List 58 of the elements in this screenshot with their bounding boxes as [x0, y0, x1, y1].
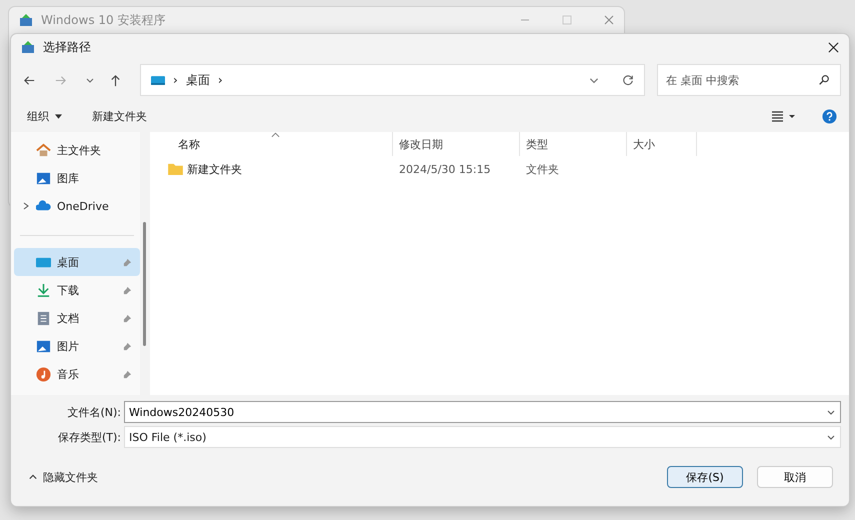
view-list-icon[interactable]	[772, 110, 796, 122]
chevron-right-icon[interactable]	[22, 202, 30, 210]
pin-icon[interactable]	[123, 342, 132, 350]
pin-icon[interactable]	[123, 370, 132, 378]
folder-icon	[168, 163, 183, 175]
sidebar-item[interactable]: 文档	[14, 304, 140, 332]
search-icon	[818, 74, 830, 86]
monitor-icon	[151, 74, 165, 86]
document-icon	[36, 310, 51, 326]
scrollbar[interactable]	[143, 222, 146, 346]
file-name-field[interactable]: Windows20240530	[125, 402, 840, 422]
file-type-dropdown[interactable]: ISO File (*.iso)	[124, 426, 841, 448]
column-header[interactable]: 修改日期	[393, 132, 520, 156]
organize-button[interactable]: 组织	[25, 106, 64, 126]
dialog-button[interactable]: 保存(S)	[667, 466, 743, 488]
dialog-button[interactable]: 取消	[757, 466, 833, 488]
new-folder-button[interactable]: 新建文件夹	[90, 106, 149, 126]
date-cell-text: 2024/5/30 15:15	[398, 162, 492, 178]
help-icon[interactable]	[822, 108, 837, 124]
home-icon	[36, 142, 51, 158]
dialog-title: 选择路径	[43, 38, 91, 56]
download-icon	[36, 282, 51, 298]
column-header[interactable]: 大小	[627, 132, 697, 156]
music-note-icon	[36, 366, 51, 382]
type-cell-text: 文件夹	[525, 162, 560, 178]
window-title: Windows 10 安装程序	[41, 12, 166, 28]
column-header[interactable]: 类型	[520, 132, 627, 156]
installer-icon	[19, 13, 33, 27]
sidebar-item[interactable]: 桌面	[14, 248, 140, 276]
picture-icon	[36, 338, 51, 354]
file-name-cell[interactable]: 新建文件夹	[150, 156, 393, 182]
pin-icon[interactable]	[123, 314, 132, 322]
breadcrumb[interactable]: ›	[173, 73, 178, 87]
column-header[interactable]: 名称	[150, 132, 393, 156]
sidebar-item[interactable]: OneDrive	[14, 192, 140, 220]
cloud-icon	[36, 198, 51, 214]
sidebar-item[interactable]: 图库	[14, 164, 140, 192]
sidebar-item[interactable]: 图片	[14, 332, 140, 360]
sidebar-item[interactable]: 音乐	[14, 360, 140, 388]
chevron-up-icon	[29, 474, 37, 480]
back-arrow-icon[interactable]	[23, 74, 36, 86]
close-icon[interactable]	[828, 42, 839, 52]
sort-caret-icon	[271, 132, 280, 138]
refresh-icon[interactable]	[622, 74, 634, 86]
field-label: 保存类型(T):	[56, 430, 122, 444]
sidebar-item[interactable]: 下载	[14, 276, 140, 304]
field-label: 文件名(N):	[66, 404, 122, 420]
breadcrumb[interactable]: 桌面	[186, 72, 210, 88]
picture-icon	[36, 170, 51, 186]
up-arrow-icon[interactable]	[109, 74, 122, 86]
breadcrumb[interactable]: ›	[218, 73, 223, 87]
address-bar[interactable]: › 桌面 ›	[140, 64, 645, 96]
search-field[interactable]: 在 桌面 中搜索	[658, 65, 840, 95]
pin-icon[interactable]	[123, 286, 132, 294]
hide-folders-button[interactable]: 隐藏文件夹	[27, 468, 100, 486]
installer-icon	[21, 40, 35, 54]
dropdown-caret-icon	[55, 114, 62, 118]
sidebar-item[interactable]: 主文件夹	[14, 136, 140, 164]
